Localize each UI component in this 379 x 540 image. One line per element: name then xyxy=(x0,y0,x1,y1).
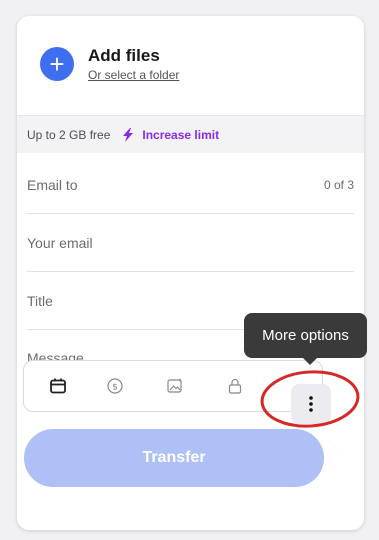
increase-limit-link[interactable]: Increase limit xyxy=(142,128,219,142)
tooltip-arrow xyxy=(302,357,318,365)
svg-text:$: $ xyxy=(112,383,118,393)
add-files-text: Add files Or select a folder xyxy=(88,46,179,82)
lightning-icon xyxy=(123,127,134,142)
payment-button[interactable]: $ xyxy=(102,373,128,399)
email-to-placeholder[interactable]: Email to xyxy=(27,177,324,193)
password-button[interactable] xyxy=(222,373,248,399)
select-folder-link[interactable]: Or select a folder xyxy=(88,68,179,82)
more-options-tooltip: More options xyxy=(244,313,367,358)
recipient-count: 0 of 3 xyxy=(323,177,354,192)
transfer-button[interactable]: Transfer xyxy=(24,429,324,487)
background-image-button[interactable] xyxy=(162,373,188,399)
lock-icon xyxy=(228,378,242,394)
size-limit-text: Up to 2 GB free xyxy=(27,127,111,142)
add-files-area[interactable]: + Add files Or select a folder xyxy=(40,46,179,82)
red-circle-annotation xyxy=(260,370,360,428)
size-limit-bar: Up to 2 GB free Increase limit xyxy=(17,115,364,153)
calendar-icon xyxy=(50,378,66,394)
add-files-button[interactable]: + xyxy=(40,47,74,81)
schedule-button[interactable] xyxy=(45,373,71,399)
title-placeholder[interactable]: Title xyxy=(27,293,354,309)
email-to-field[interactable]: Email to 0 of 3 xyxy=(27,156,354,214)
dollar-icon: $ xyxy=(107,378,123,394)
your-email-field[interactable]: Your email xyxy=(27,214,354,272)
image-icon xyxy=(167,378,182,393)
your-email-placeholder[interactable]: Your email xyxy=(27,235,354,251)
add-files-title[interactable]: Add files xyxy=(88,46,179,66)
